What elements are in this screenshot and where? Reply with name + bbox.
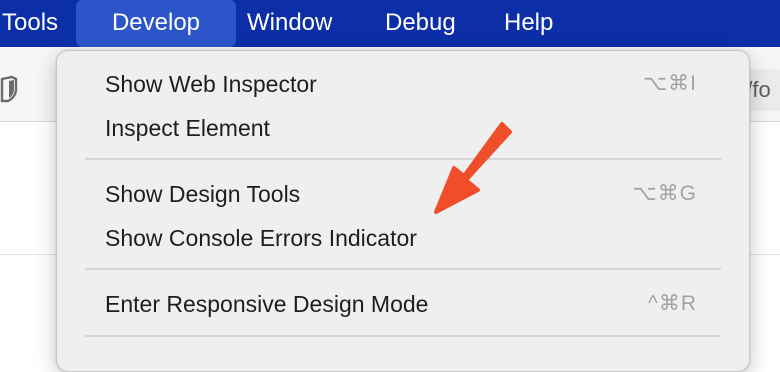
menu-item-label: Show Web Inspector	[105, 71, 317, 97]
menu-item-enter-responsive-design-mode[interactable]: Enter Responsive Design Mode ^⌘R	[105, 282, 725, 326]
menu-item-label: Enter Responsive Design Mode	[105, 291, 429, 317]
menu-item-inspect-element[interactable]: Inspect Element	[105, 106, 725, 150]
menu-tools[interactable]: Tools	[2, 0, 58, 47]
annotation-arrow-icon	[434, 122, 512, 214]
shield-icon	[0, 75, 18, 103]
menu-item-show-console-errors-indicator[interactable]: Show Console Errors Indicator	[105, 216, 725, 260]
keyboard-shortcut: ^⌘R	[647, 292, 697, 315]
develop-menu: Show Web Inspector ⌥⌘I Inspect Element S…	[56, 50, 750, 372]
menu-separator	[85, 335, 721, 337]
keyboard-shortcut: ⌥⌘G	[632, 182, 697, 205]
menu-bar: Tools Develop Window Debug Help	[0, 0, 780, 47]
menu-item-label: Show Design Tools	[105, 181, 301, 207]
menu-separator	[85, 158, 721, 160]
keyboard-shortcut: ⌥⌘I	[642, 72, 697, 95]
menu-item-label: Inspect Element	[105, 115, 270, 141]
menu-window[interactable]: Window	[247, 0, 332, 47]
menu-debug[interactable]: Debug	[385, 0, 456, 47]
menu-help[interactable]: Help	[504, 0, 553, 47]
menu-separator	[85, 268, 721, 270]
menu-item-show-web-inspector[interactable]: Show Web Inspector ⌥⌘I	[105, 62, 725, 106]
menu-develop[interactable]: Develop	[76, 0, 236, 47]
menu-item-show-design-tools[interactable]: Show Design Tools ⌥⌘G	[105, 172, 725, 216]
menu-item-label: Show Console Errors Indicator	[105, 225, 417, 251]
